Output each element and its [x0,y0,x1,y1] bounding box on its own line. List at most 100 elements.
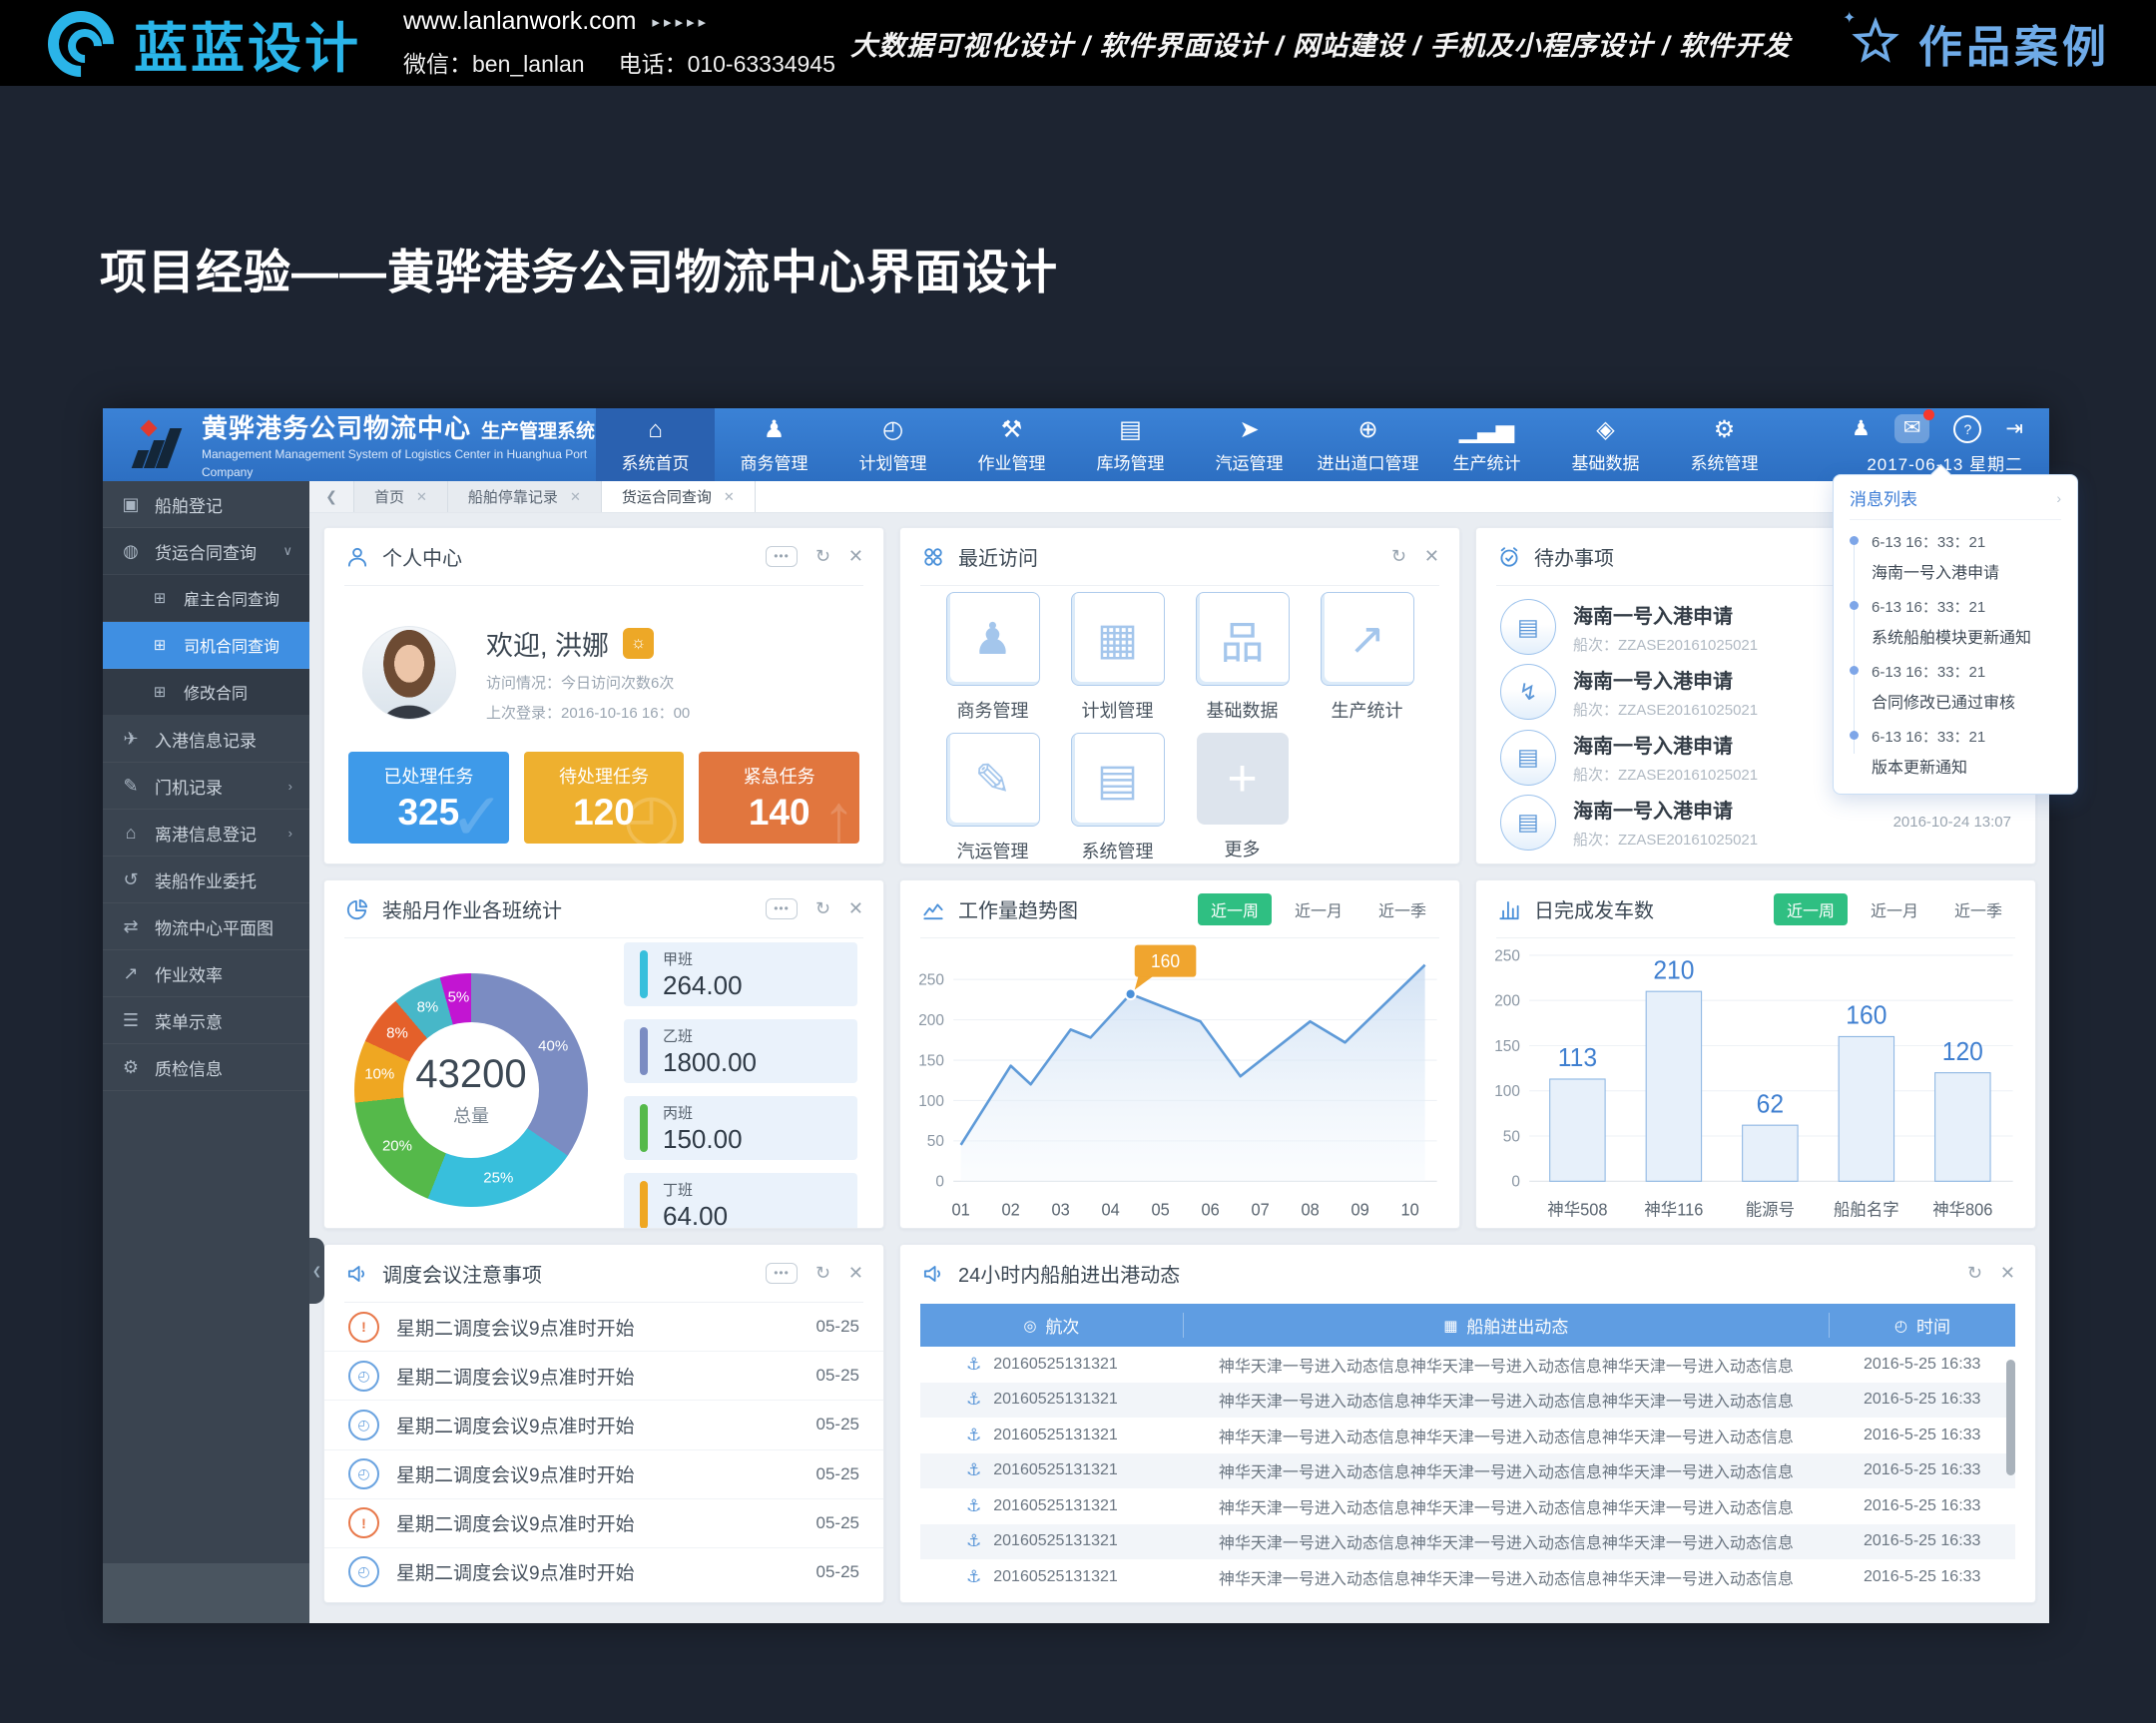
sidebar-item[interactable]: ▣ 船舶登记 [103,481,309,528]
shortcut-tile-icon[interactable]: + [1197,733,1289,825]
tab-ship-records[interactable]: 船舶停靠记录 ✕ [448,481,602,512]
message-item[interactable]: 6-13 16：33：21 系统船舶模块更新通知 [1850,585,2061,650]
logout-icon[interactable]: ⇥ [2005,416,2023,441]
close-icon[interactable]: ✕ [848,1263,863,1284]
shortcut-item[interactable]: + 更多 [1180,733,1305,863]
message-text: 合同修改已通过审核 [1872,689,2061,713]
table-row[interactable]: ⚓20160525131321 神华天津一号进入动态信息神华天津一号进入动态信息… [920,1418,2015,1453]
meeting-item[interactable]: 星期二调度会议9点准时开始 05-25 [324,1548,883,1596]
refresh-icon[interactable]: ↻ [815,1263,830,1284]
nav-item[interactable]: ▤ 库场管理 [1071,408,1190,481]
message-icon[interactable]: ✉ [1894,414,1930,443]
donut-chart[interactable]: 43200 总量 40%25%20%10%8%8%5% [354,973,588,1207]
shortcut-item[interactable]: ↗ 生产统计 [1305,592,1429,723]
sidebar-item[interactable]: ☰ 菜单示意 [103,997,309,1044]
sidebar-item[interactable]: ⊞ 修改合同 [103,669,309,716]
filter-month[interactable]: 近一月 [1858,893,1931,925]
tab-close-icon[interactable]: ✕ [570,489,581,505]
shortcut-item[interactable]: ♟ 商务管理 [930,592,1055,723]
message-item[interactable]: 6-13 16：33：21 合同修改已通过审核 [1850,650,2061,715]
sidebar-item[interactable]: ↺ 装船作业委托 [103,857,309,903]
shortcut-tile-icon[interactable]: ✎ [946,733,1040,827]
shortcut-item[interactable]: ✎ 汽运管理 [930,733,1055,863]
tab-freight-contract[interactable]: 货运合同查询 ✕ [602,481,756,512]
table-row[interactable]: ⚓20160525131321 神华天津一号进入动态信息神华天津一号进入动态信息… [920,1524,2015,1560]
line-chart[interactable]: 05010015020025001020304050607080910160 [900,938,1459,1228]
tab-close-icon[interactable]: ✕ [724,489,735,505]
meeting-item[interactable]: 星期二调度会议9点准时开始 05-25 [324,1303,883,1352]
tab-close-icon[interactable]: ✕ [416,489,427,505]
sidebar-item[interactable]: ⚙ 质检信息 [103,1044,309,1091]
sidebar-item[interactable]: ⌂ 离港信息登记 › [103,810,309,857]
shortcut-item[interactable]: ▦ 计划管理 [1055,592,1180,723]
nav-item[interactable]: ⚒ 作业管理 [952,408,1071,481]
sidebar-item[interactable]: ⊞ 司机合同查询 [103,622,309,669]
sidebar-item[interactable]: ⊞ 雇主合同查询 [103,575,309,622]
close-icon[interactable]: ✕ [1424,546,1439,567]
shortcut-tile-icon[interactable]: ↗ [1321,592,1414,686]
help-icon[interactable]: ? [1953,415,1981,443]
nav-item[interactable]: ◴ 计划管理 [833,408,952,481]
sidebar-item[interactable]: ✎ 门机记录 › [103,763,309,810]
sidebar-item[interactable]: ↗ 作业效率 [103,950,309,997]
nav-item[interactable]: ♟ 商务管理 [715,408,833,481]
more-icon[interactable]: ••• [766,898,798,919]
user-icon[interactable]: ♟ [1852,416,1871,441]
website-url[interactable]: www.lanlanwork.com [403,7,636,36]
avatar[interactable] [362,626,456,720]
chevron-right-icon[interactable]: › [2056,490,2061,506]
refresh-icon[interactable]: ↻ [1391,546,1406,567]
shortcut-tile-icon[interactable]: ♟ [946,592,1040,686]
refresh-icon[interactable]: ↻ [1967,1263,1982,1284]
shortcut-tile-icon[interactable]: ▤ [1071,733,1165,827]
close-icon[interactable]: ✕ [848,546,863,567]
task-stat-tile[interactable]: 已处理任务 325 ✓ [348,752,509,844]
svg-text:200: 200 [1494,992,1520,1009]
sidebar-item[interactable]: ✈ 入港信息记录 [103,716,309,763]
nav-item[interactable]: ▁▃▅ 生产统计 [1427,408,1546,481]
todo-item[interactable]: ▤ 海南一号入港申请 船次：ZZASE20161025021 2016-10-2… [1476,795,2035,851]
refresh-icon[interactable]: ↻ [815,898,830,919]
task-stat-tile[interactable]: 待处理任务 120 ◴ [524,752,685,844]
close-icon[interactable]: ✕ [2000,1263,2015,1284]
meeting-item[interactable]: 星期二调度会议9点准时开始 05-25 [324,1499,883,1548]
more-icon[interactable]: ••• [766,546,798,567]
nav-item[interactable]: ⚙ 系统管理 [1665,408,1784,481]
table-scrollbar[interactable] [2006,1360,2015,1475]
message-item[interactable]: 6-13 16：33：21 版本更新通知 [1850,715,2061,780]
tab-home[interactable]: 首页 ✕ [354,481,448,512]
table-row[interactable]: ⚓20160525131321 神华天津一号进入动态信息神华天津一号进入动态信息… [920,1488,2015,1524]
shortcut-item[interactable]: ▤ 系统管理 [1055,733,1180,863]
filter-quarter[interactable]: 近一季 [1365,893,1439,925]
shortcut-tile-icon[interactable]: ▦ [1071,592,1165,686]
meeting-item[interactable]: 星期二调度会议9点准时开始 05-25 [324,1401,883,1449]
lanlan-logo[interactable]: 蓝蓝设计 [46,4,361,83]
nav-item[interactable]: ⌂ 系统首页 [596,408,715,481]
refresh-icon[interactable]: ↻ [815,546,830,567]
filter-week[interactable]: 近一周 [1774,893,1848,925]
message-item[interactable]: 6-13 16：33：21 海南一号入港申请 [1850,520,2061,585]
close-icon[interactable]: ✕ [848,898,863,919]
sidebar-item[interactable]: ◍ 货运合同查询 ∨ [103,528,309,575]
table-row[interactable]: ⚓20160525131321 神华天津一号进入动态信息神华天津一号进入动态信息… [920,1383,2015,1419]
filter-quarter[interactable]: 近一季 [1941,893,2015,925]
table-row[interactable]: ⚓20160525131321 神华天津一号进入动态信息神华天津一号进入动态信息… [920,1559,2015,1588]
task-stat-tile[interactable]: 紧急任务 140 ↑ [699,752,859,844]
table-row[interactable]: ⚓20160525131321 神华天津一号进入动态信息神华天津一号进入动态信息… [920,1453,2015,1489]
bar-chart[interactable]: 050100150200250113神华508210神华11662能源号160船… [1476,938,2035,1228]
shortcut-tile-icon[interactable]: 品 [1196,592,1290,686]
nav-item[interactable]: ◈ 基础数据 [1546,408,1665,481]
filter-month[interactable]: 近一月 [1282,893,1355,925]
more-icon[interactable]: ••• [766,1263,798,1284]
nav-item[interactable]: ➤ 汽运管理 [1190,408,1309,481]
portfolio-link[interactable]: ✦ 作品案例 [1847,11,2110,75]
sidebar-collapse-handle[interactable]: ❮ [309,1238,324,1304]
meeting-item[interactable]: 星期二调度会议9点准时开始 05-25 [324,1450,883,1499]
sidebar-item[interactable]: ⇄ 物流中心平面图 [103,903,309,950]
table-row[interactable]: ⚓20160525131321 神华天津一号进入动态信息神华天津一号进入动态信息… [920,1347,2015,1383]
shortcut-item[interactable]: 品 基础数据 [1180,592,1305,723]
filter-week[interactable]: 近一周 [1198,893,1272,925]
nav-item[interactable]: ⊕ 进出道口管理 [1309,408,1427,481]
tab-back-button[interactable]: ❮ [309,481,354,512]
meeting-item[interactable]: 星期二调度会议9点准时开始 05-25 [324,1352,883,1401]
